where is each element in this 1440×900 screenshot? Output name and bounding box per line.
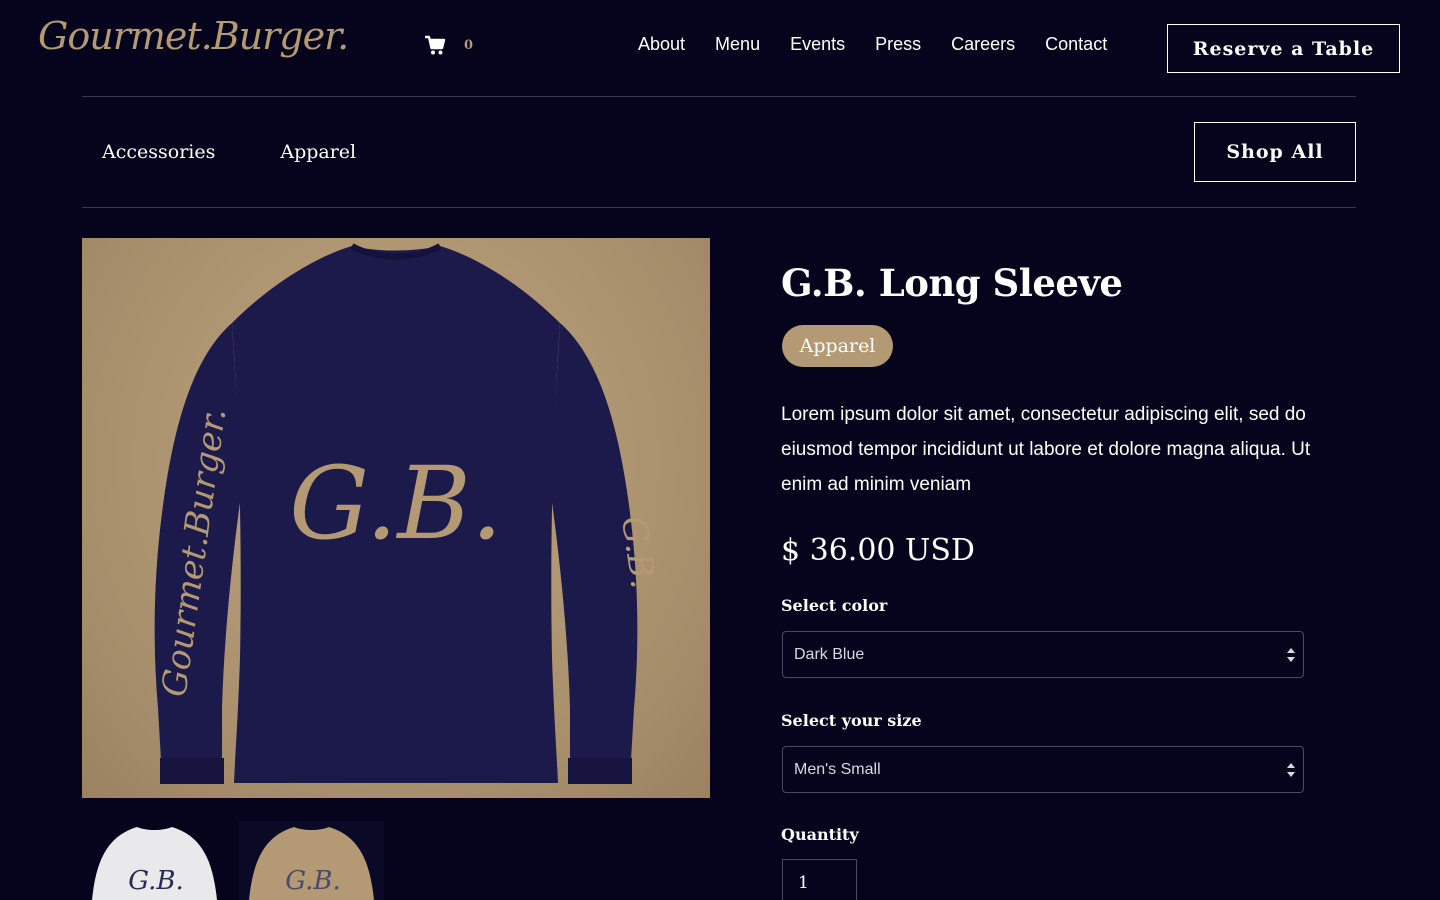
header-divider xyxy=(82,96,1356,97)
quantity-input[interactable]: 1 xyxy=(782,859,857,900)
product-main-image: G.B. Gourmet.Burger. G.B. xyxy=(82,238,710,798)
quantity-label: Quantity xyxy=(781,825,859,844)
color-label: Select color xyxy=(781,596,888,615)
reserve-table-button[interactable]: Reserve a Table xyxy=(1167,24,1400,73)
nav-press[interactable]: Press xyxy=(875,34,921,55)
thumbnail-monogram: G.B. xyxy=(128,866,183,896)
cart-button[interactable]: 0 xyxy=(424,34,473,56)
size-select[interactable]: Men's Small xyxy=(782,746,1304,793)
shirt-monogram: G.B. xyxy=(289,445,502,562)
brand-logo[interactable]: Gourmet.Burger. xyxy=(38,14,349,58)
nav-contact[interactable]: Contact xyxy=(1045,34,1107,55)
category-nav: Accessories Apparel xyxy=(102,141,356,163)
select-arrows-icon xyxy=(1287,763,1295,777)
category-divider xyxy=(82,207,1356,208)
color-select-value: Dark Blue xyxy=(794,645,865,663)
thumbnail-monogram: G.B. xyxy=(285,866,340,896)
category-apparel[interactable]: Apparel xyxy=(280,141,356,163)
product-description: Lorem ipsum dolor sit amet, consectetur … xyxy=(781,404,1311,495)
product-thumbnail-white[interactable]: G.B. xyxy=(82,821,227,900)
product-title: G.B. Long Sleeve xyxy=(781,261,1123,305)
select-arrows-icon xyxy=(1287,648,1295,662)
nav-about[interactable]: About xyxy=(638,34,685,55)
nav-events[interactable]: Events xyxy=(790,34,845,55)
shop-all-button[interactable]: Shop All xyxy=(1194,122,1356,182)
product-price: $ 36.00 USD xyxy=(781,533,975,568)
product-thumbnail-tan[interactable]: G.B. xyxy=(239,821,384,900)
category-accessories[interactable]: Accessories xyxy=(102,141,215,163)
product-category-badge[interactable]: Apparel xyxy=(782,325,893,367)
nav-menu[interactable]: Menu xyxy=(715,34,760,55)
nav-careers[interactable]: Careers xyxy=(951,34,1015,55)
main-nav: About Menu Events Press Careers Contact xyxy=(638,34,1107,55)
color-select[interactable]: Dark Blue xyxy=(782,631,1304,678)
size-select-value: Men's Small xyxy=(794,760,881,778)
size-label: Select your size xyxy=(781,711,922,730)
cart-icon xyxy=(424,34,446,56)
cart-count: 0 xyxy=(464,37,474,53)
long-sleeve-shirt-illustration: G.B. Gourmet.Burger. G.B. xyxy=(154,243,663,784)
